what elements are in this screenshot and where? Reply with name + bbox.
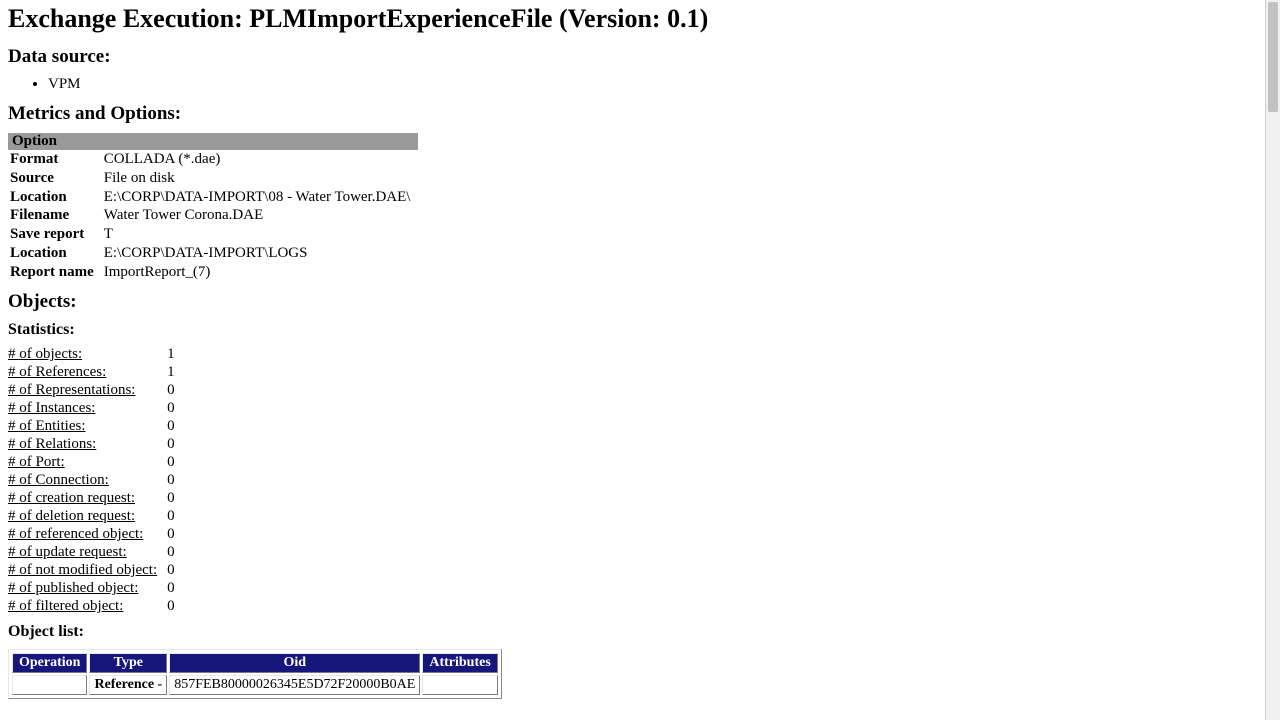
col-oid: Oid <box>169 653 420 673</box>
section-metrics: Metrics and Options: <box>8 103 1272 125</box>
cell-operation <box>12 675 87 695</box>
options-header: Option <box>8 133 418 150</box>
stat-label: # of update request: <box>8 543 161 561</box>
option-label: Location <box>8 188 102 207</box>
stat-value: 0 <box>161 597 179 615</box>
stat-label: # of Entities: <box>8 417 161 435</box>
section-object-list: Object list: <box>8 623 1272 641</box>
option-row: Report name ImportReport_(7) <box>8 263 418 282</box>
option-value: File on disk <box>102 169 419 188</box>
vertical-scrollbar[interactable] <box>1265 0 1280 720</box>
object-list-table: Operation Type Oid Attributes Reference … <box>10 651 500 697</box>
stat-value: 0 <box>161 417 179 435</box>
option-row: Source File on disk <box>8 169 418 188</box>
stat-label: # of creation request: <box>8 489 161 507</box>
cell-type: Reference - <box>89 675 167 695</box>
options-table: Option Format COLLADA (*.dae) Source Fil… <box>8 133 418 281</box>
stat-value: 0 <box>161 381 179 399</box>
stat-row: # of deletion request:0 <box>8 507 179 525</box>
stat-row: # of not modified object:0 <box>8 561 179 579</box>
section-statistics: Statistics: <box>8 321 1272 339</box>
data-source-list: VPM <box>8 76 1272 93</box>
stat-value: 0 <box>161 489 179 507</box>
stat-row: # of Port:0 <box>8 453 179 471</box>
object-list-wrapper: Operation Type Oid Attributes Reference … <box>8 649 502 699</box>
stat-row: # of objects:1 <box>8 345 179 363</box>
stat-label: # of Relations: <box>8 435 161 453</box>
option-value: E:\CORP\DATA-IMPORT\LOGS <box>102 244 419 263</box>
option-value: T <box>102 225 419 244</box>
section-data-source: Data source: <box>8 46 1272 68</box>
stat-value: 1 <box>161 363 179 381</box>
option-row: Format COLLADA (*.dae) <box>8 150 418 169</box>
page-title: Exchange Execution: PLMImportExperienceF… <box>8 4 1272 34</box>
stat-label: # of referenced object: <box>8 525 161 543</box>
stat-row: # of Instances:0 <box>8 399 179 417</box>
option-label: Location <box>8 244 102 263</box>
scrollbar-thumb[interactable] <box>1268 2 1278 112</box>
col-attributes: Attributes <box>422 653 497 673</box>
option-label: Format <box>8 150 102 169</box>
data-source-item: VPM <box>48 76 1272 93</box>
stat-value: 0 <box>161 399 179 417</box>
object-list-row: Reference - 857FEB80000026345E5D72F20000… <box>12 675 498 695</box>
stat-label: # of Port: <box>8 453 161 471</box>
stat-row: # of filtered object:0 <box>8 597 179 615</box>
stat-label: # of Instances: <box>8 399 161 417</box>
option-label: Source <box>8 169 102 188</box>
option-value: COLLADA (*.dae) <box>102 150 419 169</box>
stat-value: 0 <box>161 471 179 489</box>
stat-label: # of References: <box>8 363 161 381</box>
option-label: Save report <box>8 225 102 244</box>
option-value: ImportReport_(7) <box>102 263 419 282</box>
col-operation: Operation <box>12 653 87 673</box>
stat-value: 0 <box>161 453 179 471</box>
option-value: Water Tower Corona.DAE <box>102 206 419 225</box>
stat-row: # of References:1 <box>8 363 179 381</box>
stat-row: # of Connection:0 <box>8 471 179 489</box>
stat-value: 0 <box>161 543 179 561</box>
section-objects: Objects: <box>8 291 1272 313</box>
stat-label: # of Connection: <box>8 471 161 489</box>
stat-label: # of not modified object: <box>8 561 161 579</box>
stat-label: # of filtered object: <box>8 597 161 615</box>
cell-attributes <box>422 675 497 695</box>
option-row: Filename Water Tower Corona.DAE <box>8 206 418 225</box>
stat-label: # of Representations: <box>8 381 161 399</box>
object-list-header-row: Operation Type Oid Attributes <box>12 653 498 673</box>
option-row: Location E:\CORP\DATA-IMPORT\LOGS <box>8 244 418 263</box>
option-value: E:\CORP\DATA-IMPORT\08 - Water Tower.DAE… <box>102 188 419 207</box>
stat-row: # of Relations:0 <box>8 435 179 453</box>
stat-label: # of deletion request: <box>8 507 161 525</box>
option-row: Save report T <box>8 225 418 244</box>
stat-value: 0 <box>161 507 179 525</box>
stat-value: 1 <box>161 345 179 363</box>
stat-value: 0 <box>161 561 179 579</box>
stat-row: # of published object:0 <box>8 579 179 597</box>
stat-row: # of Representations:0 <box>8 381 179 399</box>
stat-value: 0 <box>161 435 179 453</box>
option-label: Filename <box>8 206 102 225</box>
cell-oid: 857FEB80000026345E5D72F20000B0AE <box>169 675 420 695</box>
stat-row: # of creation request:0 <box>8 489 179 507</box>
option-row: Location E:\CORP\DATA-IMPORT\08 - Water … <box>8 188 418 207</box>
stat-row: # of referenced object:0 <box>8 525 179 543</box>
stat-value: 0 <box>161 579 179 597</box>
statistics-table: # of objects:1 # of References:1 # of Re… <box>8 345 179 615</box>
stat-label: # of objects: <box>8 345 161 363</box>
stat-value: 0 <box>161 525 179 543</box>
stat-row: # of update request:0 <box>8 543 179 561</box>
option-label: Report name <box>8 263 102 282</box>
col-type: Type <box>89 653 167 673</box>
stat-row: # of Entities:0 <box>8 417 179 435</box>
stat-label: # of published object: <box>8 579 161 597</box>
